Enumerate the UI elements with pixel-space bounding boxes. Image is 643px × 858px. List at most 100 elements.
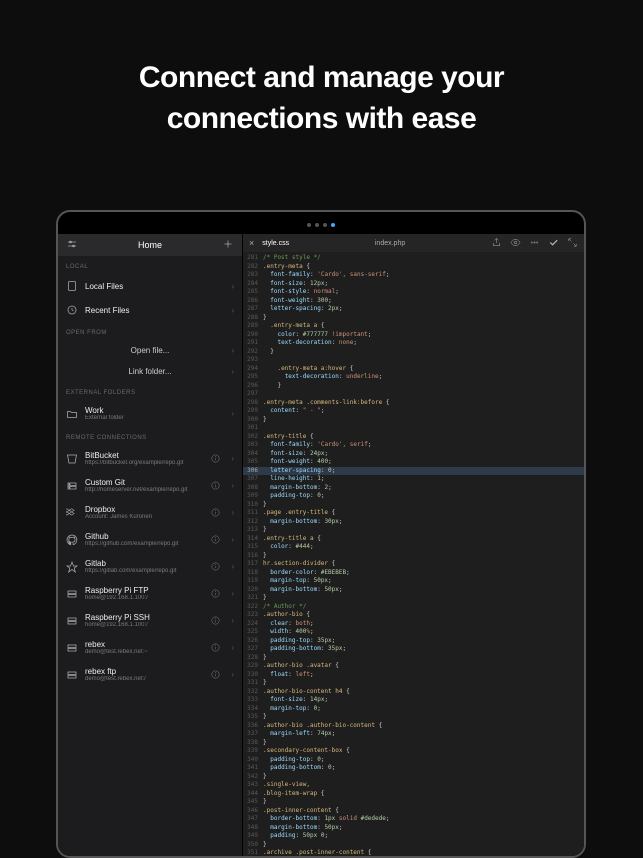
settings-icon[interactable] [66, 238, 78, 252]
hero-line1: Connect and manage your [139, 61, 504, 94]
code-line: 300} [243, 416, 584, 425]
remote-name: rebex ftp [85, 667, 203, 676]
code-line: 301 [243, 424, 584, 433]
code-line: 286 font-weight: 300; [243, 297, 584, 306]
section-local: LOCAL [58, 256, 242, 274]
expand-icon[interactable] [567, 237, 578, 250]
tablet-frame: Home LOCAL Local Files › Recent Files › … [56, 210, 586, 858]
code-line: 345} [243, 798, 584, 807]
hero-heading: Connect and manage your connections with… [0, 0, 643, 139]
code-line: 340 padding-top: 0; [243, 756, 584, 765]
remote-name: BitBucket [85, 451, 203, 460]
info-icon[interactable] [210, 561, 222, 573]
code-line: 296 } [243, 382, 584, 391]
code-line: 308 margin-bottom: 2; [243, 484, 584, 493]
code-line: 339.secondary-content-box { [243, 747, 584, 756]
info-icon[interactable] [210, 669, 222, 681]
remote-connection-row[interactable]: rebex ftpdemo@test.rebex.net:/› [58, 661, 242, 688]
chevron-right-icon: › [231, 282, 234, 291]
code-line: 341 padding-bottom: 0; [243, 764, 584, 773]
code-line: 335} [243, 713, 584, 722]
remote-connection-row[interactable]: Gitlabhttps://gitlab.com/example/repo.gi… [58, 553, 242, 580]
code-line: 337 margin-left: 74px; [243, 730, 584, 739]
add-icon[interactable] [222, 238, 234, 252]
code-line: 344.blog-item-wrap { [243, 790, 584, 799]
recent-files-row[interactable]: Recent Files › [58, 298, 242, 322]
external-folder-row[interactable]: Work External folder › [58, 400, 242, 427]
section-external: EXTERNAL FOLDERS [58, 382, 242, 400]
link-folder-row[interactable]: Link folder... › [58, 361, 242, 382]
connection-icon [66, 669, 78, 681]
remote-connection-row[interactable]: Raspberry Pi SSHhome@192.168.1.100:/› [58, 607, 242, 634]
local-files-row[interactable]: Local Files › [58, 274, 242, 298]
share-icon[interactable] [491, 237, 502, 250]
code-line: 342} [243, 773, 584, 782]
more-icon[interactable] [529, 237, 540, 250]
open-file-row[interactable]: Open file... › [58, 340, 242, 361]
info-icon[interactable] [210, 615, 222, 627]
connection-icon [66, 561, 78, 573]
connection-icon [66, 588, 78, 600]
info-icon[interactable] [210, 453, 222, 465]
remote-sub: home@192.168.1.100:/ [85, 595, 203, 601]
info-icon[interactable] [210, 480, 222, 492]
remote-connection-row[interactable]: BitBuckethttps://bitbucket.org/example/r… [58, 445, 242, 472]
info-icon[interactable] [210, 588, 222, 600]
chevron-right-icon: › [231, 589, 234, 598]
local-files-label: Local Files [85, 282, 222, 291]
check-icon[interactable] [548, 237, 559, 250]
code-line: 289 .entry-meta a { [243, 322, 584, 331]
code-line: 314.entry-title a { [243, 535, 584, 544]
remote-sub: home@192.168.1.100:/ [85, 622, 203, 628]
code-line: 334 margin-top: 0; [243, 705, 584, 714]
info-icon[interactable] [210, 534, 222, 546]
remote-name: Custom Git [85, 478, 203, 487]
remote-name: Dropbox [85, 505, 203, 514]
code-line: 324 clear: both; [243, 620, 584, 629]
connection-icon [66, 507, 78, 519]
chevron-right-icon: › [231, 670, 234, 679]
code-line: 282.entry-meta { [243, 263, 584, 272]
code-line: 321} [243, 594, 584, 603]
info-icon[interactable] [210, 642, 222, 654]
code-line: 306 letter-spacing: 0; [243, 467, 584, 476]
code-line: 284 font-size: 12px; [243, 280, 584, 289]
chevron-right-icon: › [231, 643, 234, 652]
chevron-right-icon: › [231, 367, 234, 376]
code-line: 290 color: #777777 !important; [243, 331, 584, 340]
code-line: 343.single-view, [243, 781, 584, 790]
info-icon[interactable] [210, 507, 222, 519]
status-bar [58, 212, 584, 234]
code-line: 330 float: left; [243, 671, 584, 680]
code-view[interactable]: 281/* Post style */282.entry-meta {283 f… [243, 252, 584, 856]
tab-inactive[interactable]: index.php [375, 240, 405, 247]
remote-sub: https://gitlab.com/example/repo.git [85, 568, 203, 574]
code-line: 281/* Post style */ [243, 254, 584, 263]
code-line: 348 margin-bottom: 50px; [243, 824, 584, 833]
code-line: 327 padding-bottom: 35px; [243, 645, 584, 654]
folder-icon [66, 408, 78, 420]
remote-connection-row[interactable]: Raspberry Pi FTPhome@192.168.1.100:/› [58, 580, 242, 607]
code-line: 329.author-bio .avatar { [243, 662, 584, 671]
code-line: 302.entry-title { [243, 433, 584, 442]
code-line: 332.author-bio-content h4 { [243, 688, 584, 697]
remote-connection-row[interactable]: Githubhttps://github.com/example/repo.gi… [58, 526, 242, 553]
eye-icon[interactable] [510, 237, 521, 250]
open-file-label: Open file... [131, 346, 170, 355]
sidebar-title: Home [78, 240, 222, 250]
code-line: 305 font-weight: 400; [243, 458, 584, 467]
tab-active[interactable]: style.css [262, 240, 289, 247]
code-line: 294 .entry-meta a:hover { [243, 365, 584, 374]
editor-tabs: × style.css index.php [243, 234, 584, 252]
remote-connection-row[interactable]: DropboxAccount: James Kuronen› [58, 499, 242, 526]
remote-connection-row[interactable]: Custom Githttp://homeserver.net/example/… [58, 472, 242, 499]
code-line: 311.page .entry-title { [243, 509, 584, 518]
code-line: 313} [243, 526, 584, 535]
code-line: 303 font-family: 'Cardo', serif; [243, 441, 584, 450]
chevron-right-icon: › [231, 562, 234, 571]
close-tab-icon[interactable]: × [249, 238, 254, 248]
remote-connection-row[interactable]: rebexdemo@test.rebex.net:~› [58, 634, 242, 661]
code-line: 291 text-decoration: none; [243, 339, 584, 348]
external-sub: External folder [85, 415, 222, 421]
code-line: 346.post-inner-content { [243, 807, 584, 816]
